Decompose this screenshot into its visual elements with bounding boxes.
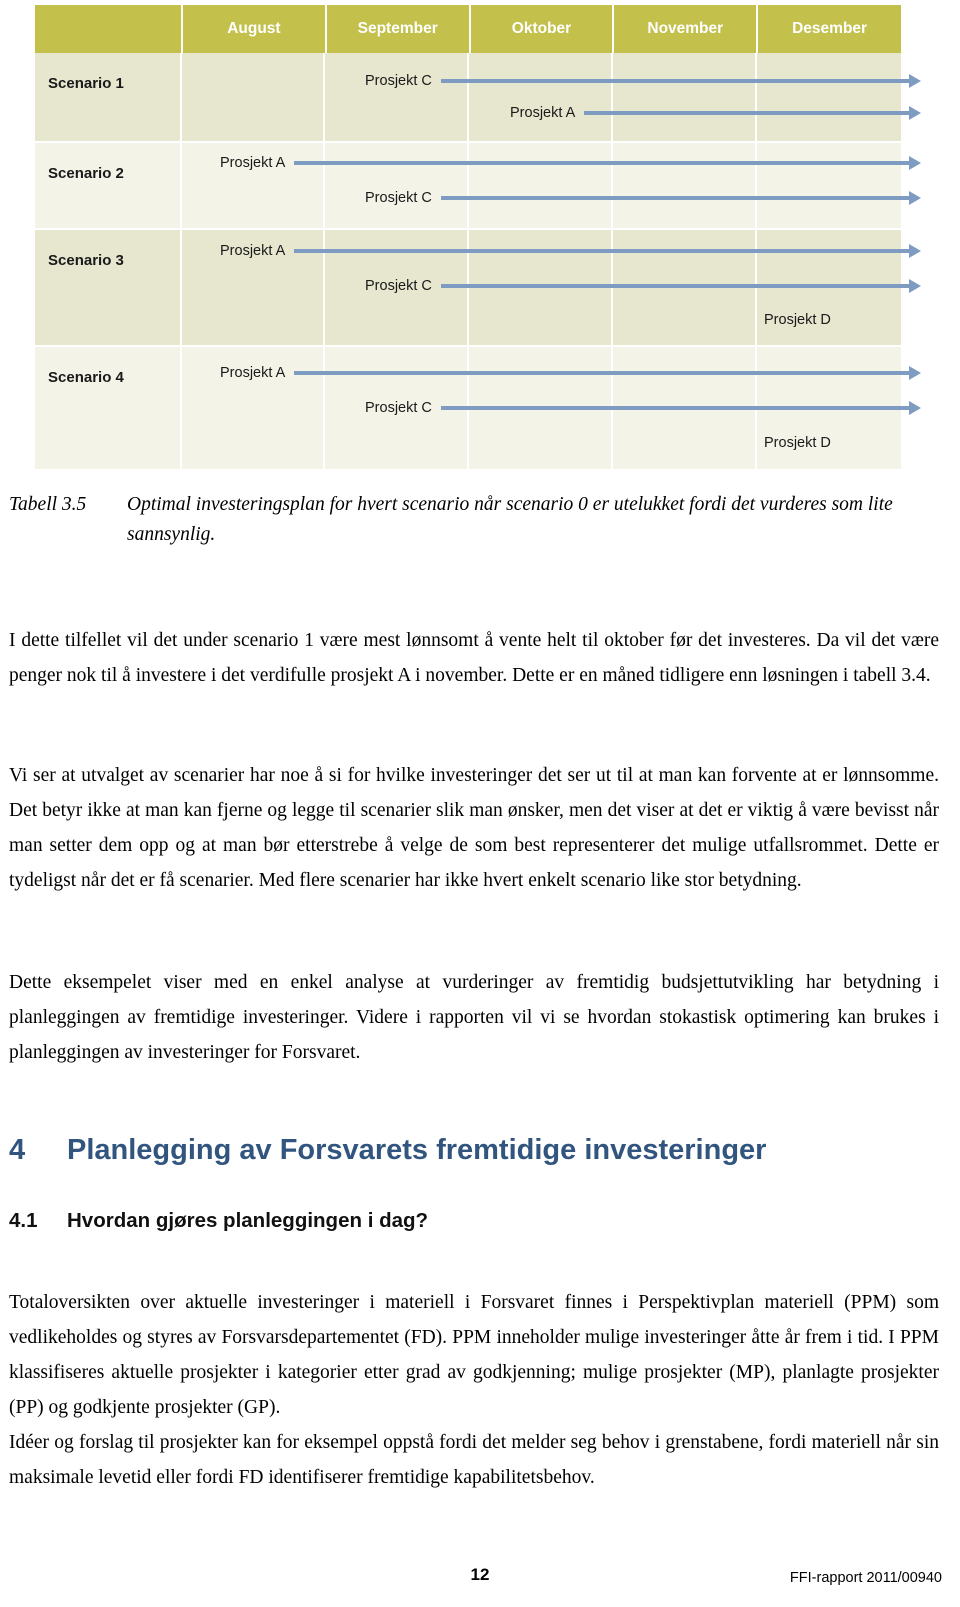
arrow-right-icon: [440, 406, 910, 410]
column-divider: [755, 53, 757, 141]
gantt-bar: Prosjekt D: [764, 310, 910, 330]
column-header-oktober: Oktober: [469, 5, 615, 53]
gantt-bar: Prosjekt C: [365, 398, 910, 418]
column-divider: [323, 53, 325, 141]
gantt-bar-label: Prosjekt D: [764, 435, 831, 451]
section-heading-4: 4 Planlegging av Forsvarets fremtidige in…: [9, 1132, 939, 1168]
gantt-bar: Prosjekt D: [764, 433, 910, 453]
arrow-right-icon: [294, 249, 910, 253]
gantt-bar: Prosjekt A: [220, 241, 910, 261]
gantt-bar: Prosjekt A: [220, 363, 910, 383]
paragraph-ppm-overview: Totaloversikten over aktuelle investerin…: [9, 1291, 939, 1418]
table-row: Scenario 4 Prosjekt A Prosjekt C Prosjek…: [35, 347, 910, 469]
scenario-label: Scenario 2: [48, 165, 124, 182]
gantt-bar-label: Prosjekt A: [510, 105, 576, 121]
column-header-august: August: [182, 5, 327, 53]
gantt-bar-label: Prosjekt A: [220, 243, 286, 259]
section-number: 4: [9, 1134, 26, 1167]
arrow-right-icon: [440, 284, 910, 288]
column-header-corner: [35, 5, 183, 53]
gantt-bar: Prosjekt A: [220, 153, 910, 173]
gantt-bar: Prosjekt A: [510, 103, 910, 123]
section-heading-4-1: 4.1 Hvordan gjøres planleggingen i dag?: [9, 1207, 939, 1235]
paragraph-example-summary: Dette eksempelet viser med en enkel anal…: [9, 971, 939, 1063]
arrow-right-icon: [294, 161, 910, 165]
gantt-bar: Prosjekt C: [365, 188, 910, 208]
gantt-table: August September Oktober November Desemb…: [35, 5, 901, 53]
table-row: Scenario 3 Prosjekt A Prosjekt C Prosjek…: [35, 230, 910, 345]
gantt-bar: Prosjekt C: [365, 71, 910, 91]
column-header-desember: Desember: [757, 5, 901, 53]
scenario-label: Scenario 1: [48, 75, 124, 92]
table-caption: Tabell 3.5 Optimal investeringsplan for h…: [9, 490, 939, 550]
paragraph-project-ideas: Idéer og forslag til prosjekter kan for …: [9, 1431, 939, 1488]
column-divider: [611, 53, 613, 141]
section-title: Planlegging av Forsvarets fremtidige inv…: [67, 1134, 767, 1167]
gantt-bar-label: Prosjekt A: [220, 365, 286, 381]
gantt-bar-label: Prosjekt C: [365, 400, 432, 416]
gantt-bar-label: Prosjekt C: [365, 190, 432, 206]
column-divider: [180, 53, 182, 141]
column-divider: [467, 53, 469, 141]
gantt-bar-label: Prosjekt C: [365, 278, 432, 294]
gantt-bar-label: Prosjekt C: [365, 73, 432, 89]
column-divider: [180, 347, 182, 469]
caption-number: Tabell 3.5: [9, 494, 87, 515]
arrow-right-icon: [440, 79, 910, 83]
column-header-september: September: [325, 5, 471, 53]
gantt-bar: Prosjekt C: [365, 276, 910, 296]
report-id: FFI-rapport 2011/00940: [789, 1570, 942, 1586]
arrow-right-icon: [294, 371, 910, 375]
arrow-right-icon: [440, 196, 910, 200]
paragraph-scenario-selection: Vi ser at utvalget av scenarier har noe …: [9, 764, 939, 891]
gantt-bar-label: Prosjekt D: [764, 312, 831, 328]
scenario-label: Scenario 3: [48, 252, 124, 269]
scenario-label: Scenario 4: [48, 369, 124, 386]
gantt-bar-label: Prosjekt A: [220, 155, 286, 171]
column-header-november: November: [613, 5, 759, 53]
optimal-investment-plan-table: August September Oktober November Desemb…: [35, 5, 910, 469]
subsection-number: 4.1: [9, 1209, 38, 1232]
table-row: Scenario 1 Prosjekt C Prosjekt A: [35, 53, 910, 141]
caption-text: Optimal investeringsplan for hvert scena…: [127, 494, 893, 545]
column-divider: [180, 230, 182, 345]
column-divider: [180, 143, 182, 228]
subsection-title: Hvordan gjøres planleggingen i dag?: [67, 1209, 429, 1232]
table-header-row: August September Oktober November Desemb…: [35, 5, 901, 53]
paragraph-scenario-explanation: I dette tilfellet vil det under scenario…: [9, 629, 939, 686]
table-row: Scenario 2 Prosjekt A Prosjekt C: [35, 143, 910, 228]
arrow-right-icon: [584, 111, 910, 115]
